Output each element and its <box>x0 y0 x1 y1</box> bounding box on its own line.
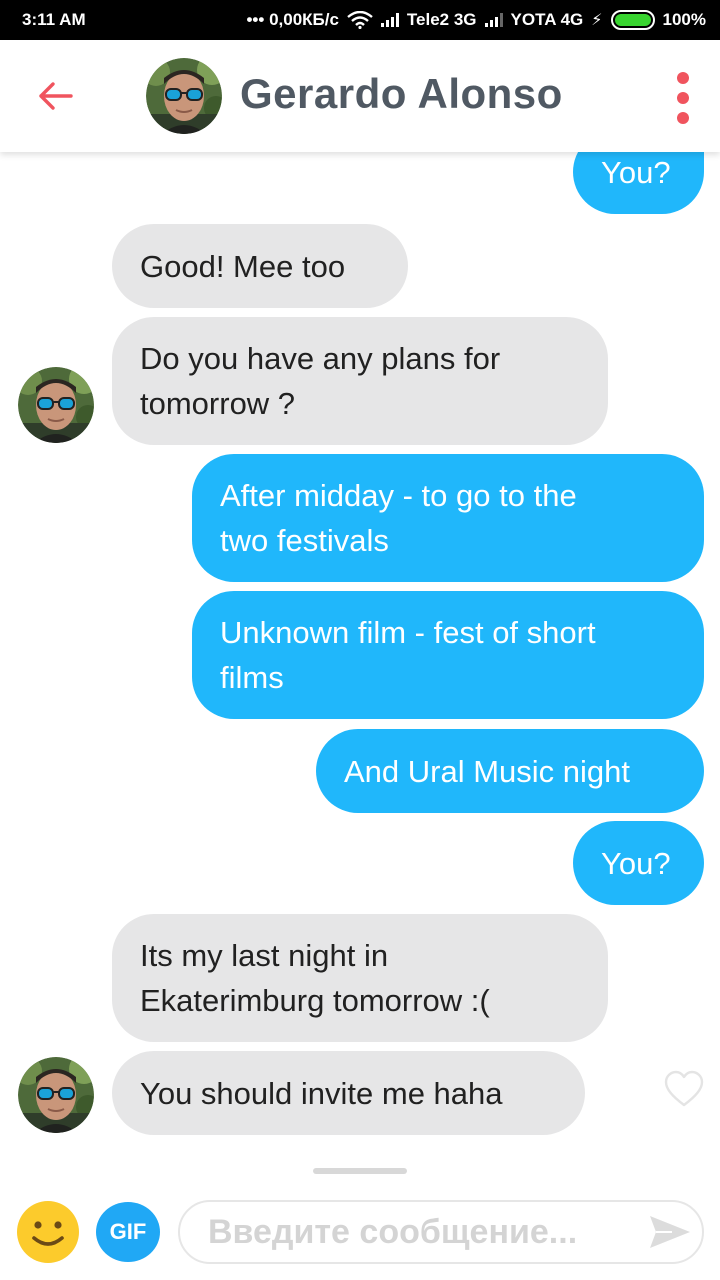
carrier-1: Tele2 3G <box>406 10 477 29</box>
contact-name[interactable]: Gerardo Alonso <box>240 70 563 118</box>
status-indicators: ••• 0,00КБ/c Tele2 3G YOTA 4G ⚡︎ 100% <box>246 10 706 30</box>
battery-percent: 100% <box>662 10 706 29</box>
battery-icon <box>610 10 655 30</box>
message-text: Ekaterimburg tomorrow :( <box>140 983 490 1018</box>
wifi-icon <box>347 11 373 29</box>
status-time: 3:11 AM <box>22 10 86 29</box>
gif-button[interactable]: GIF <box>96 1202 160 1262</box>
sender-avatar[interactable] <box>18 1057 94 1133</box>
message-text: You? <box>601 154 671 190</box>
vertical-dots-icon <box>677 72 689 84</box>
emoji-button[interactable] <box>16 1200 80 1264</box>
message-bubble-outgoing[interactable]: After midday - to go to the two festival… <box>192 454 704 582</box>
scroll-handle[interactable] <box>313 1168 407 1174</box>
signal-icon <box>380 13 399 27</box>
message-text: Its my last night in <box>140 938 389 973</box>
like-button[interactable] <box>664 1070 704 1108</box>
more-options-button[interactable] <box>668 72 698 124</box>
gif-label: GIF <box>109 1219 147 1244</box>
signal-icon <box>484 13 503 27</box>
message-input-container <box>178 1200 704 1264</box>
message-text: Unknown film - fest of short <box>220 615 596 650</box>
chat-header: Gerardo Alonso <box>0 40 720 152</box>
message-bubble-incoming[interactable]: Good! Mee too <box>112 224 408 308</box>
message-bubble-incoming[interactable]: Its my last night in Ekaterimburg tomorr… <box>112 914 608 1042</box>
message-bubble-incoming[interactable]: Do you have any plans for tomorrow ? <box>112 317 608 445</box>
network-speed: ••• 0,00КБ/c <box>246 10 339 29</box>
status-bar: 3:11 AM ••• 0,00КБ/c Tele2 3G YOTA 4G ⚡︎… <box>0 0 720 40</box>
message-text: films <box>220 660 284 695</box>
message-bubble-outgoing[interactable]: You? <box>573 821 704 905</box>
message-text: You? <box>601 845 671 881</box>
carrier-2: YOTA 4G <box>510 10 584 29</box>
message-bubble-outgoing[interactable]: And Ural Music night <box>316 729 704 813</box>
message-text: Good! Mee too <box>140 248 346 284</box>
message-bubble-incoming[interactable]: You should invite me haha <box>112 1051 585 1135</box>
charging-icon: ⚡︎ <box>591 12 603 29</box>
send-arrow-icon <box>650 1216 690 1248</box>
message-text: After midday - to go to the <box>220 478 577 513</box>
send-button[interactable] <box>648 1212 692 1252</box>
contact-avatar[interactable] <box>146 58 222 134</box>
message-bubble-outgoing[interactable]: Unknown film - fest of short films <box>192 591 704 719</box>
message-text: two festivals <box>220 523 389 558</box>
message-text: And Ural Music night <box>344 753 631 789</box>
message-text: You should invite me haha <box>140 1075 503 1111</box>
message-text: Do you have any plans for <box>140 341 501 376</box>
back-button[interactable] <box>30 74 80 118</box>
message-input[interactable] <box>208 1202 628 1262</box>
heart-icon <box>664 1070 704 1107</box>
message-text: tomorrow ? <box>140 386 296 421</box>
smiley-icon <box>17 1201 79 1263</box>
sender-avatar[interactable] <box>18 367 94 443</box>
arrow-left-icon <box>39 82 73 110</box>
